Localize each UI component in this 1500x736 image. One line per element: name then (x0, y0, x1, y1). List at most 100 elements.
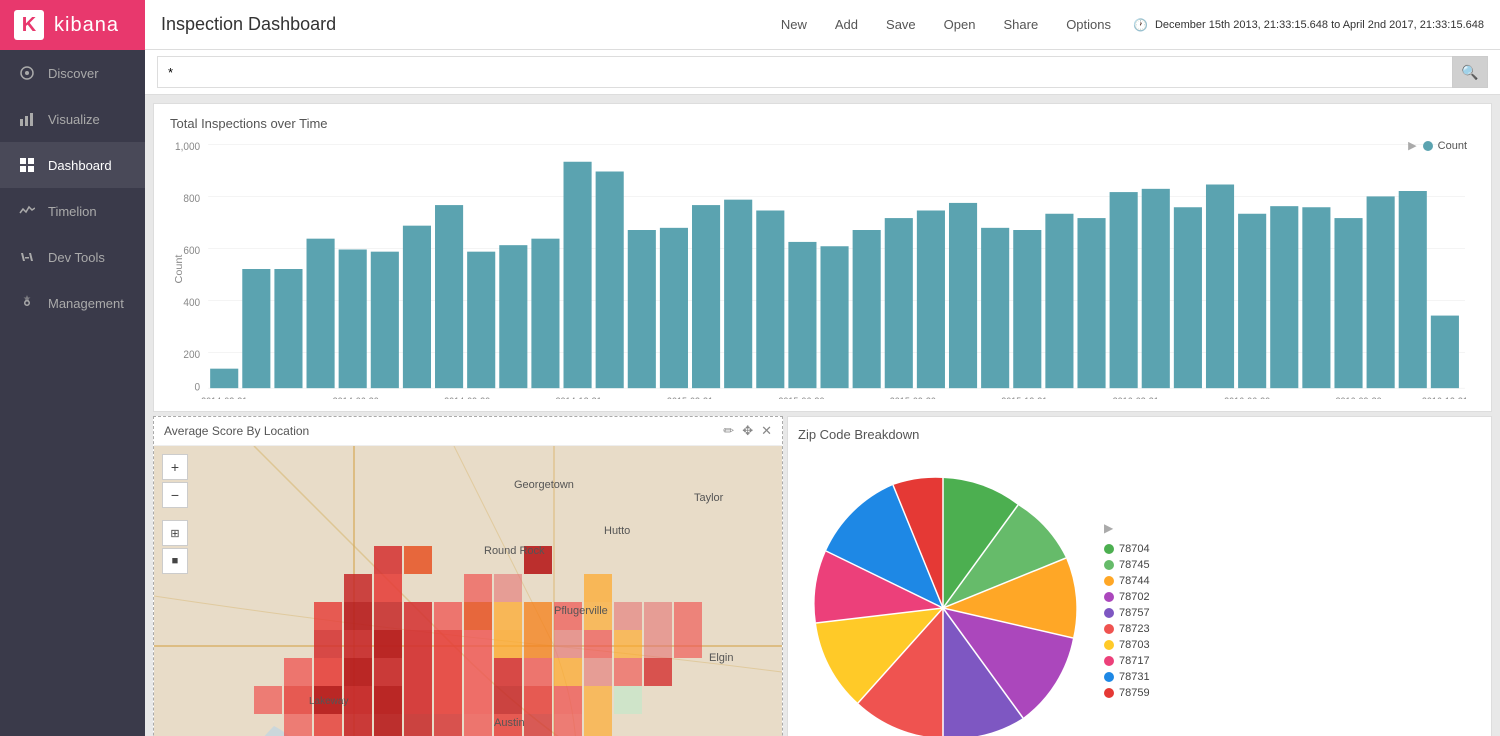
legend-dot-78717 (1104, 656, 1114, 666)
logo-area: K kibana (0, 0, 145, 50)
open-button[interactable]: Open (938, 13, 982, 36)
chart-legend: ▶ Count (1408, 139, 1467, 152)
management-label: Management (48, 296, 124, 311)
add-button[interactable]: Add (829, 13, 864, 36)
svg-text:2016-03-31: 2016-03-31 (1113, 395, 1159, 399)
map-controls: + − ⊞ ■ (162, 454, 188, 574)
legend-label-78717: 78717 (1119, 655, 1150, 667)
svg-text:Austin: Austin (494, 717, 525, 729)
time-range-display[interactable]: 🕐 December 15th 2013, 21:33:15.648 to Ap… (1133, 18, 1484, 32)
pie-svg-wrapper (798, 463, 1088, 736)
svg-text:600: 600 (183, 246, 200, 257)
svg-text:2014-12-31: 2014-12-31 (556, 395, 602, 399)
zoom-in-button[interactable]: + (162, 454, 188, 480)
map-panel: Average Score By Location ✏ ✥ ✕ (153, 416, 783, 736)
devtools-icon (18, 248, 36, 266)
page-title: Inspection Dashboard (161, 14, 336, 35)
legend-item-78757: 78757 (1104, 607, 1150, 619)
legend-dot-78723 (1104, 624, 1114, 634)
svg-text:Elgin: Elgin (709, 652, 733, 664)
legend-label-78704: 78704 (1119, 543, 1150, 555)
topbar: Inspection Dashboard New Add Save Open S… (145, 0, 1500, 50)
timelion-icon (18, 202, 36, 220)
map-stop-button[interactable]: ■ (162, 548, 188, 574)
legend-dot-78704 (1104, 544, 1114, 554)
svg-text:1,000: 1,000 (175, 142, 200, 153)
sidebar-item-timelion[interactable]: Timelion (0, 188, 145, 234)
sidebar-item-devtools[interactable]: Dev Tools (0, 234, 145, 280)
zoom-out-button[interactable]: − (162, 482, 188, 508)
time-range-text: December 15th 2013, 21:33:15.648 to Apri… (1155, 19, 1484, 31)
legend-item-78704: 78704 (1104, 543, 1150, 555)
management-icon (18, 294, 36, 312)
kibana-logo-text: kibana (54, 14, 119, 37)
map-edit-button[interactable]: ✏ (723, 423, 734, 439)
svg-text:0: 0 (195, 382, 201, 393)
topbar-actions: New Add Save Open Share Options 🕐 Decemb… (775, 13, 1484, 36)
search-button[interactable]: 🔍 (1452, 56, 1488, 88)
pie-legend-prev[interactable]: ▶ (1104, 521, 1150, 535)
svg-text:2016-09-30: 2016-09-30 (1335, 395, 1381, 399)
legend-dot-78702 (1104, 592, 1114, 602)
svg-text:2014-03-31: 2014-03-31 (201, 395, 247, 399)
legend-label-78759: 78759 (1119, 687, 1150, 699)
pie-chart-svg (798, 463, 1088, 736)
new-button[interactable]: New (775, 13, 813, 36)
sidebar-item-management[interactable]: Management (0, 280, 145, 326)
clock-icon: 🕐 (1133, 18, 1148, 32)
legend-label-78723: 78723 (1119, 623, 1150, 635)
options-button[interactable]: Options (1060, 13, 1117, 36)
visualize-label: Visualize (48, 112, 100, 127)
map-panel-icons: ✏ ✥ ✕ (723, 423, 772, 439)
svg-text:2015-03-31: 2015-03-31 (667, 395, 713, 399)
map-select-button[interactable]: ⊞ (162, 520, 188, 546)
dashboard-content: Total Inspections over Time ▶ Count 1,00… (145, 95, 1500, 736)
legend-label-78731: 78731 (1119, 671, 1150, 683)
svg-text:2015-06-30: 2015-06-30 (778, 395, 824, 399)
svg-text:Lakeway: Lakeway (309, 696, 348, 707)
bar-chart-panel: Total Inspections over Time ▶ Count 1,00… (153, 103, 1492, 412)
legend-nav-icon[interactable]: ▶ (1408, 139, 1416, 152)
map-panel-header: Average Score By Location ✏ ✥ ✕ (154, 417, 782, 446)
svg-text:Count: Count (174, 254, 185, 283)
sidebar-item-dashboard[interactable]: Dashboard (0, 142, 145, 188)
legend-item-78723: 78723 (1104, 623, 1150, 635)
legend-dot-78757 (1104, 608, 1114, 618)
devtools-label: Dev Tools (48, 250, 105, 265)
sidebar-item-visualize[interactable]: Visualize (0, 96, 145, 142)
svg-text:Taylor: Taylor (694, 492, 724, 504)
sidebar-item-discover[interactable]: Discover (0, 50, 145, 96)
pie-panel-title: Zip Code Breakdown (798, 427, 1481, 442)
legend-label-78702: 78702 (1119, 591, 1150, 603)
legend-label-78744: 78744 (1119, 575, 1150, 587)
svg-text:2015-09-30: 2015-09-30 (890, 395, 936, 399)
map-close-button[interactable]: ✕ (761, 423, 772, 439)
save-button[interactable]: Save (880, 13, 922, 36)
main-content: Inspection Dashboard New Add Save Open S… (145, 0, 1500, 736)
svg-text:Pflugerville: Pflugerville (554, 605, 608, 617)
legend-item-count: Count (1423, 140, 1467, 152)
kibana-logo-icon: K (14, 10, 44, 40)
legend-dot-78744 (1104, 576, 1114, 586)
legend-item-78731: 78731 (1104, 671, 1150, 683)
legend-item-78702: 78702 (1104, 591, 1150, 603)
dashboard-icon (18, 156, 36, 174)
legend-label-78745: 78745 (1119, 559, 1150, 571)
legend-label-78703: 78703 (1119, 639, 1150, 651)
legend-label-78757: 78757 (1119, 607, 1150, 619)
bar-chart-container: ▶ Count 1,000 800 600 400 200 0 (170, 139, 1475, 399)
svg-text:400: 400 (183, 298, 200, 309)
search-icon: 🔍 (1461, 64, 1478, 81)
legend-color-dot (1423, 141, 1433, 151)
discover-icon (18, 64, 36, 82)
map-area: Georgetown Taylor Hutto Round Rock Pflug… (154, 446, 782, 736)
search-input[interactable] (157, 56, 1452, 88)
pie-panel: Zip Code Breakdown (787, 416, 1492, 736)
legend-item-78744: 78744 (1104, 575, 1150, 587)
bar-chart-title: Total Inspections over Time (170, 116, 1475, 131)
map-expand-button[interactable]: ✥ (742, 423, 753, 439)
sidebar: K kibana Discover Visualize Dashboard (0, 0, 145, 736)
dashboard-label: Dashboard (48, 158, 112, 173)
legend-dot-78731 (1104, 672, 1114, 682)
share-button[interactable]: Share (997, 13, 1044, 36)
